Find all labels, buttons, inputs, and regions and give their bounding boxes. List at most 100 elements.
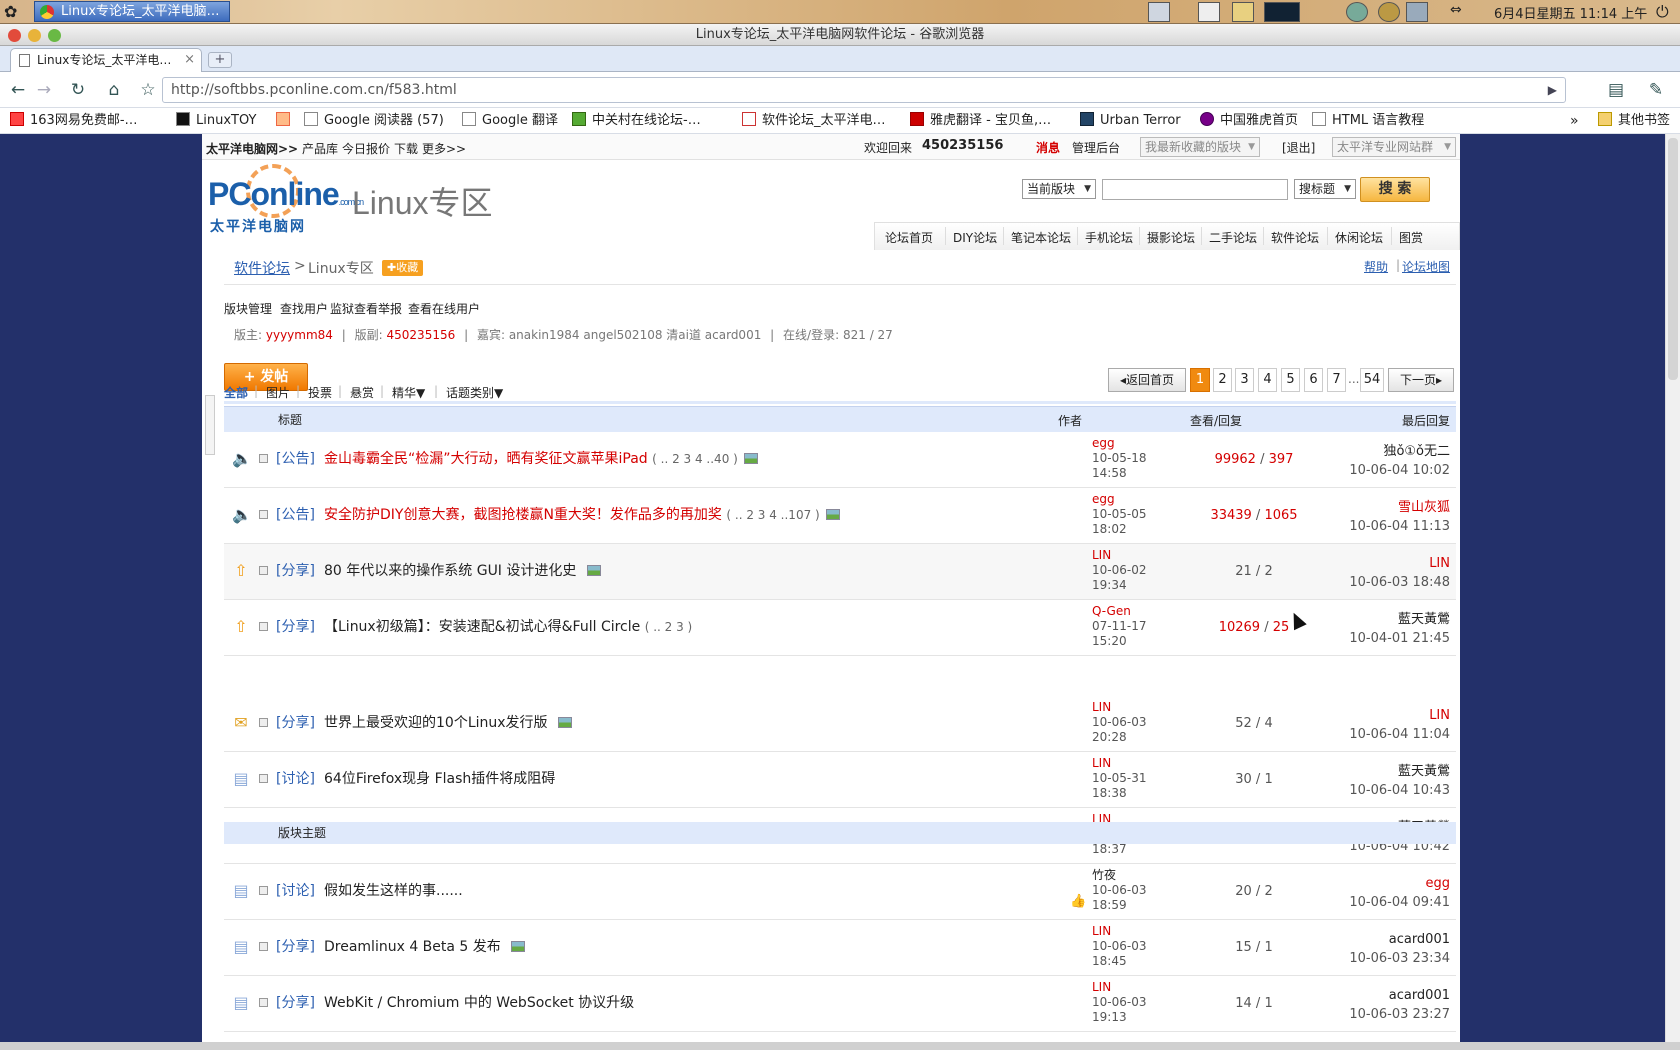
tool-board-manage[interactable]: 版块管理	[224, 300, 272, 317]
search-button[interactable]: 搜 索	[1360, 177, 1430, 202]
filter-bounty[interactable]: 悬赏	[350, 384, 374, 401]
thread-title[interactable]: 金山毒霸全民“检漏”大行动，晒有奖征文赢苹果iPad ( .. 2 3 4 ..…	[324, 448, 758, 468]
arrows-icon[interactable]: ⇔	[1450, 2, 1472, 22]
bookmark-google-reader[interactable]: Google 阅读器 (57)	[304, 112, 444, 130]
table-row[interactable]: ▤ [讨论] 64位Firefox现身 Flash插件将成阻碍 LIN 10-05-3…	[224, 752, 1456, 808]
page-7[interactable]: 7	[1327, 368, 1346, 392]
network-icon[interactable]	[1346, 2, 1368, 22]
page-last[interactable]: 54	[1360, 368, 1384, 392]
window-minimize-icon[interactable]	[28, 29, 41, 42]
row-checkbox[interactable]	[259, 566, 268, 575]
other-bookmarks[interactable]: 其他书签	[1598, 112, 1670, 130]
bookmark-zol[interactable]: 中关村在线论坛-…	[572, 112, 701, 130]
nav-leisure[interactable]: 休闲论坛	[1335, 229, 1383, 246]
thread-category[interactable]: [分享]	[276, 992, 315, 1012]
page-4[interactable]: 4	[1258, 368, 1277, 392]
username[interactable]: 450235156	[922, 138, 1003, 153]
thread-pages[interactable]: ( .. 2 3 4 ..107 )	[726, 508, 819, 522]
nav-gallery[interactable]: 图赏	[1399, 229, 1423, 246]
back-home-button[interactable]: ◂返回首页	[1108, 368, 1186, 392]
search-scope-dropdown[interactable]: 当前版块 ▼	[1022, 179, 1096, 199]
moderator-link[interactable]: yyyymm84	[266, 328, 333, 342]
thread-last-reply[interactable]: 藍天黃鶯 10-04-01 21:45	[1349, 610, 1450, 648]
messages-link[interactable]: 消息	[1036, 139, 1060, 156]
thread-title[interactable]: 64位Firefox现身 Flash插件将成阻碍	[324, 768, 555, 788]
nav-secondhand[interactable]: 二手论坛	[1209, 229, 1257, 246]
thread-last-reply[interactable]: acard001 10-06-03 23:27	[1349, 986, 1450, 1024]
tool-jail[interactable]: 监狱	[330, 300, 354, 317]
thread-last-reply[interactable]: 雪山灰狐 10-06-04 11:13	[1349, 498, 1450, 536]
thread-author[interactable]: egg 10-05-18 14:58	[1092, 436, 1146, 481]
horizontal-scrollbar[interactable]	[0, 1042, 1680, 1050]
bookmark-urban-terror[interactable]: Urban Terror	[1080, 112, 1181, 130]
row-checkbox[interactable]	[259, 622, 268, 631]
product-link[interactable]: 产品库	[302, 140, 338, 157]
page-3[interactable]: 3	[1235, 368, 1254, 392]
thread-author[interactable]: LIN 10-06-03 18:45	[1092, 924, 1146, 969]
forward-icon[interactable]: →	[32, 78, 56, 102]
vertical-scrollbar[interactable]	[1665, 134, 1680, 1042]
fav-board-dropdown[interactable]: 我最新收藏的版块 ▼	[1140, 137, 1260, 157]
nav-software[interactable]: 软件论坛	[1271, 229, 1319, 246]
thread-author[interactable]: LIN 10-05-31 18:38	[1092, 756, 1146, 801]
thread-category[interactable]: [公告]	[276, 504, 315, 524]
thread-title[interactable]: WebKit / Chromium 中的 WebSocket 协议升级	[324, 992, 634, 1012]
nav-forum-home[interactable]: 论坛首页	[885, 229, 933, 246]
browser-launcher-icon[interactable]	[1198, 2, 1220, 22]
row-checkbox[interactable]	[259, 998, 268, 1007]
vice-moderator-link[interactable]: 450235156	[387, 328, 456, 342]
thread-last-reply[interactable]: 藍天黃鶯 10-06-04 10:43	[1349, 762, 1450, 800]
nav-diy[interactable]: DIY论坛	[953, 229, 997, 246]
row-checkbox[interactable]	[259, 886, 268, 895]
help-link[interactable]: 帮助	[1364, 258, 1388, 275]
page-6[interactable]: 6	[1304, 368, 1323, 392]
guests-list[interactable]: anakin1984 angel502108 清ai道 acard001	[509, 328, 762, 342]
thread-last-reply[interactable]: LIN 10-06-03 18:48	[1349, 554, 1450, 592]
page-2[interactable]: 2	[1213, 368, 1232, 392]
thread-title[interactable]: 80 年代以来的操作系统 GUI 设计进化史	[324, 560, 601, 580]
table-row[interactable]: ▤ [讨论] 假如发生这样的事...... 👍 竹夜 10-06-03 18:59 20 /…	[224, 864, 1456, 920]
filter-digest[interactable]: 精华▼	[392, 384, 425, 401]
nav-notebook[interactable]: 笔记本论坛	[1011, 229, 1071, 246]
home-icon[interactable]: ⌂	[102, 78, 126, 102]
table-row[interactable]: ⇧ [分享] 80 年代以来的操作系统 GUI 设计进化史 LIN 10-06-02 1…	[224, 544, 1456, 600]
row-checkbox[interactable]	[259, 942, 268, 951]
bookmark-star-icon[interactable]: ☆	[136, 78, 160, 102]
favorite-button[interactable]: ✚收藏	[382, 260, 424, 276]
search-input[interactable]	[1102, 179, 1288, 200]
page-menu-icon[interactable]: ▤	[1604, 78, 1628, 102]
tray-app-icon[interactable]	[1378, 2, 1400, 22]
tool-reports[interactable]: 查看举报	[354, 300, 402, 317]
nav-mobile[interactable]: 手机论坛	[1085, 229, 1133, 246]
bookmark-google-reader-icon[interactable]	[276, 112, 296, 130]
row-checkbox[interactable]	[259, 510, 268, 519]
nav-photo[interactable]: 摄影论坛	[1147, 229, 1195, 246]
bookmark-163[interactable]: 163网易免费邮-…	[10, 112, 138, 130]
thread-title[interactable]: 安全防护DIY创意大赛，截图抢楼赢N重大奖！发作品多的再加奖 ( .. 2 3 …	[324, 504, 840, 524]
table-row[interactable]: ✉ [分享] 世界上最受欢迎的10个Linux发行版 LIN 10-06-03 20:2…	[224, 696, 1456, 752]
row-checkbox[interactable]	[259, 718, 268, 727]
table-row[interactable]: ⇧ [分享] 【Linux初级篇】：安装速配&初试心得&Full Circle ( …	[224, 600, 1456, 656]
thread-author[interactable]: egg 10-05-05 18:02	[1092, 492, 1146, 537]
volume-icon[interactable]	[1406, 2, 1428, 22]
pconline-logo[interactable]: PConline.com.cn 太平洋电脑网	[208, 164, 364, 236]
tool-online-users[interactable]: 查看在线用户	[408, 300, 480, 317]
page-5[interactable]: 5	[1281, 368, 1300, 392]
window-close-icon[interactable]	[8, 29, 21, 42]
thread-category[interactable]: [分享]	[276, 712, 315, 732]
thread-category[interactable]: [分享]	[276, 936, 315, 956]
site-group-dropdown[interactable]: 太平洋专业网站群 ▼	[1332, 137, 1456, 157]
forum-map-link[interactable]: 论坛地图	[1402, 258, 1450, 275]
thread-author[interactable]: LIN 10-06-03 19:13	[1092, 980, 1146, 1025]
clock[interactable]: 6月4日星期五 11:14 上午	[1494, 3, 1647, 22]
logout-link[interactable]: [退出]	[1282, 139, 1315, 156]
table-row[interactable]: 🔈 [公告] 金山毒霸全民“检漏”大行动，晒有奖征文赢苹果iPad ( .. 2 3…	[224, 432, 1456, 488]
sidebar-toggle[interactable]	[205, 395, 215, 455]
thread-author[interactable]: Q-Gen 07-11-17 15:20	[1092, 604, 1146, 649]
thread-category[interactable]: [讨论]	[276, 880, 315, 900]
power-icon[interactable]: ⏻	[1656, 2, 1669, 22]
tool-find-user[interactable]: 查找用户	[280, 300, 328, 317]
more-link[interactable]: 更多>>	[422, 140, 466, 157]
bookmark-yahoo-china[interactable]: 中国雅虎首页	[1200, 112, 1298, 130]
search-mode-dropdown[interactable]: 搜标题 ▼	[1294, 179, 1356, 199]
